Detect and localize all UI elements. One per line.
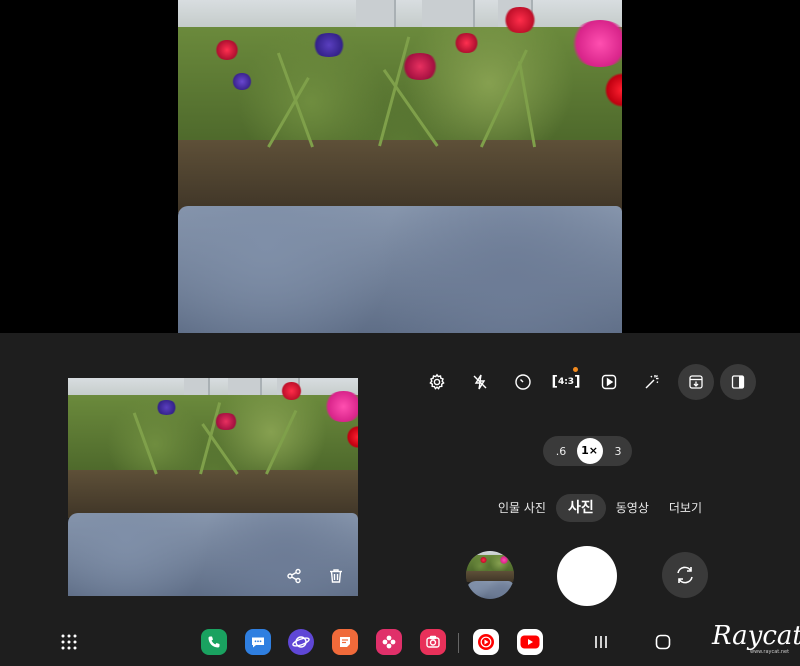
internet-icon [292,636,310,648]
camera-viewfinder[interactable] [0,0,800,333]
share-icon [287,568,301,584]
zoom-option-1x[interactable]: 1× [576,438,603,464]
live-preview[interactable] [178,0,622,333]
youtube-icon [520,635,540,649]
motion-photo-button[interactable] [592,365,626,399]
save-to-gallery-icon [689,375,703,389]
zoom-option-3x[interactable]: 3 [608,445,628,458]
motion-photo-icon [601,374,617,390]
save-to-gallery-button[interactable] [678,364,714,400]
flash-off-icon [473,374,487,390]
app-gallery[interactable] [376,629,402,655]
gallery-icon [382,635,396,649]
camera-icon [426,635,440,648]
notes-icon [340,637,350,647]
mode-more[interactable]: 더보기 [659,494,712,522]
preview-scene [178,0,622,333]
switch-camera-icon [677,566,693,584]
delete-button[interactable] [324,564,348,588]
camera-mode-selector: 인물 사진 사진 동영상 더보기 [488,494,712,522]
filter-button[interactable] [635,365,669,399]
zoom-option-0.6x[interactable]: .6 [551,445,571,458]
messages-icon [252,637,264,648]
flash-button[interactable] [463,365,497,399]
aspect-ratio-button[interactable]: [4:3] [549,365,583,399]
gallery-thumbnail-button[interactable] [466,551,514,599]
taskbar: Raycat www.raycat.net [0,621,800,661]
app-internet[interactable] [288,629,314,655]
mode-portrait[interactable]: 인물 사진 [488,494,556,522]
split-view-icon [731,375,745,389]
settings-button[interactable] [420,365,454,399]
switch-camera-button[interactable] [662,552,708,598]
captured-photo-scene [68,378,358,596]
youtube-music-icon [478,634,494,650]
aspect-ratio-label: 4:3 [557,377,575,387]
delete-icon [330,569,342,583]
app-youtube[interactable] [517,629,543,655]
app-youtube-music[interactable] [473,629,499,655]
camera-toolbar: [4:3] [420,363,762,401]
split-view-button[interactable] [720,364,756,400]
phone-icon [208,636,220,648]
aspect-ratio-indicator [573,367,578,372]
apps-grid-icon [61,634,77,650]
app-notes[interactable] [332,629,358,655]
app-camera[interactable] [420,629,446,655]
gallery-thumbnail-image [466,551,514,599]
recents-button[interactable] [590,631,612,653]
settings-icon [429,373,445,390]
recents-icon [595,636,607,648]
mode-photo[interactable]: 사진 [555,494,606,522]
timer-icon [515,374,531,390]
mode-video[interactable]: 동영상 [606,494,659,522]
app-phone[interactable] [201,629,227,655]
aspect-ratio-icon: [4:3] [551,374,581,390]
home-icon [655,634,671,650]
zoom-selector: .6 1× 3 [543,436,632,466]
watermark-url: www.raycat.net [750,649,790,655]
shutter-button[interactable] [557,546,617,606]
apps-button[interactable] [58,631,80,653]
taskbar-separator [458,633,459,653]
timer-button[interactable] [506,365,540,399]
camera-control-panel: [4:3] .6 1× 3 인물 사진 사진 동영상 더보기 Raycat ww… [0,333,800,666]
app-messages[interactable] [245,629,271,655]
filter-icon [645,375,659,389]
watermark-logo: Raycat [712,621,800,651]
share-button[interactable] [282,564,306,588]
home-button[interactable] [652,631,674,653]
captured-photo-preview[interactable] [68,378,358,596]
